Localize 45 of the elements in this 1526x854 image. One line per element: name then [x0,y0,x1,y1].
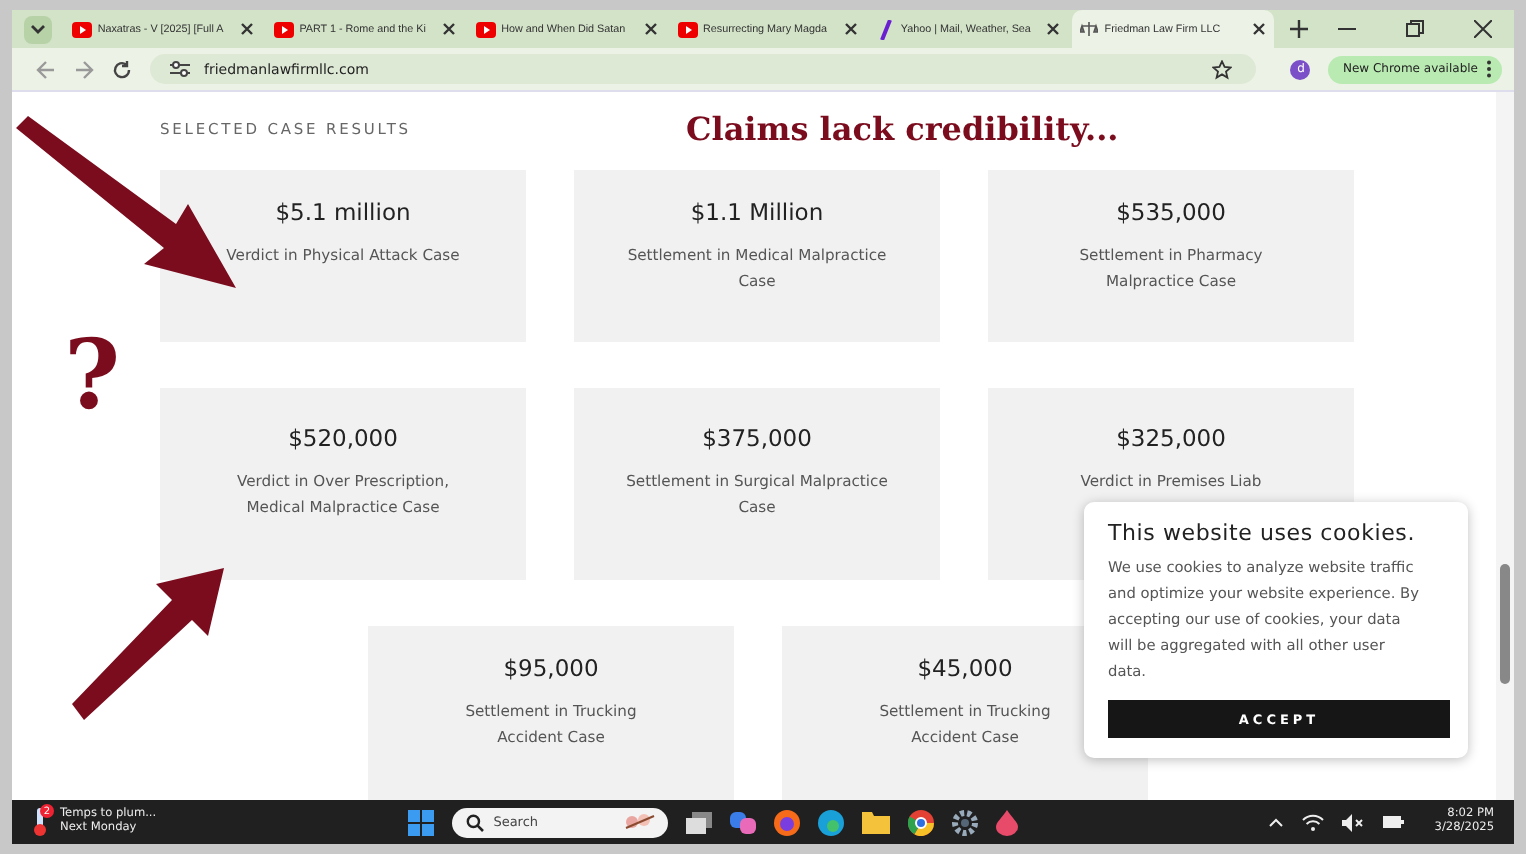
drop-icon[interactable] [995,809,1018,835]
play-icon [677,21,697,37]
firefox-icon[interactable] [773,809,800,835]
case-amount: $535,000 [1116,198,1226,226]
task-view-icon[interactable] [685,811,712,833]
play-icon [71,21,92,37]
case-amount: $95,000 [503,654,599,682]
site-settings-icon[interactable] [170,60,190,78]
scrollbar-thumb[interactable] [1500,564,1510,684]
case-amount: $325,000 [1116,424,1226,452]
annotation-text: Claims lack credibility... [686,109,1119,147]
close-icon[interactable] [441,22,456,36]
more-icon[interactable] [1486,60,1492,78]
case-amount: $45,000 [917,654,1013,682]
tab-search-icon[interactable] [24,15,52,43]
folder-icon[interactable] [861,810,890,834]
new-tab-icon[interactable] [1290,20,1309,38]
question-mark: ? [64,328,121,424]
chevron-up-icon[interactable] [1268,816,1285,828]
blossom-icon [621,812,658,832]
gear-icon[interactable] [951,809,978,835]
case-amount: $375,000 [702,424,812,452]
case-amount: $1.1 Million [690,198,824,226]
close-icon[interactable] [1252,22,1267,36]
case-amount: $520,000 [288,424,398,452]
reload-icon[interactable] [112,59,132,79]
close-icon[interactable] [239,22,254,36]
close-icon[interactable] [1046,22,1061,36]
play-icon [475,21,496,37]
chrome-icon[interactable] [907,809,934,835]
search-icon [465,813,484,831]
windows-start-icon[interactable] [407,809,434,835]
case-amount: $5.1 million [275,198,411,226]
play-icon [273,21,294,37]
copilot-icon[interactable] [729,809,756,835]
close-icon[interactable] [844,22,859,36]
close-icon[interactable] [643,22,657,36]
wifi-icon[interactable] [1302,813,1325,831]
cookie-title: This website uses cookies. [1108,520,1418,546]
star-icon[interactable] [1212,59,1233,79]
slash-icon [878,19,895,39]
scales-icon [1080,20,1099,38]
edge-icon[interactable] [817,809,844,835]
muted-speaker-icon[interactable] [1342,813,1365,831]
battery-icon[interactable] [1382,814,1405,830]
